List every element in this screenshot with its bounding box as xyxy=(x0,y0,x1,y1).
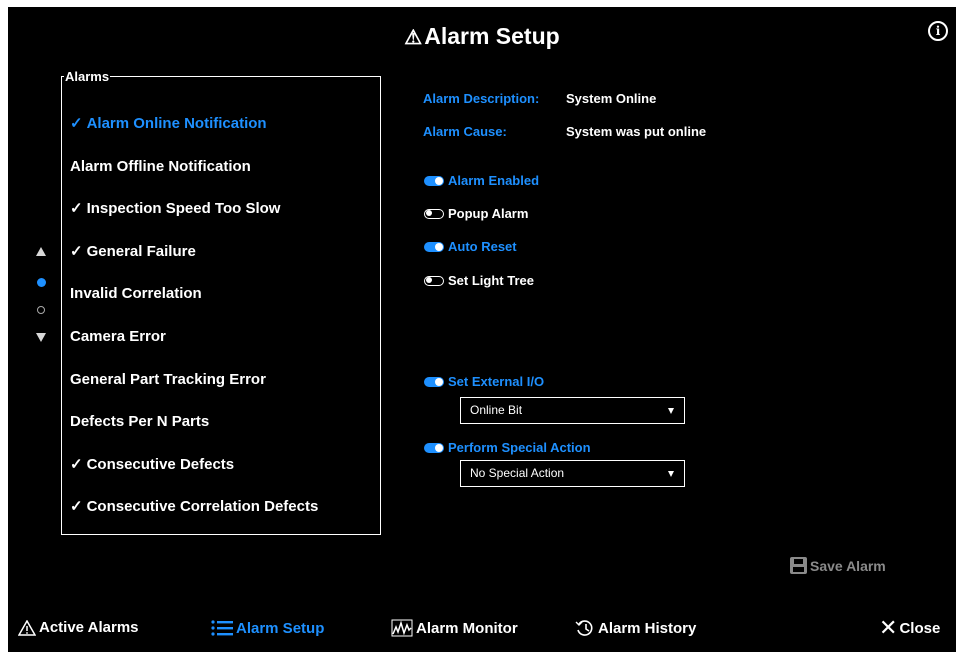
page-dot-2[interactable] xyxy=(37,306,45,314)
check-mark-icon: ✓ xyxy=(70,242,83,260)
alarm-list-item-label: Defects Per N Parts xyxy=(70,413,210,431)
alarms-legend: Alarms xyxy=(65,69,110,84)
list-icon xyxy=(211,619,233,637)
popup-alarm-label: Popup Alarm xyxy=(448,206,529,221)
page-up-arrow-icon[interactable] xyxy=(36,247,46,256)
close-button[interactable]: ✕ Close xyxy=(879,616,940,641)
set-external-io-toggle[interactable]: Set External I/O xyxy=(424,374,544,389)
alarm-list-item[interactable]: ✓ Inspection Speed Too Slow xyxy=(62,199,380,242)
alarm-setup-window: ⚠Alarm Setup i Alarms ✓ Alarm Online Noti… xyxy=(8,7,956,652)
check-mark-icon: ✓ xyxy=(70,498,83,516)
alarms-group: Alarms ✓ Alarm Online Notification Alarm O… xyxy=(61,69,381,535)
warning-triangle-icon: ⚠ xyxy=(404,27,423,49)
alarm-list-item-label: Alarm Offline Notification xyxy=(70,157,251,175)
nav-alarm-setup[interactable]: Alarm Setup xyxy=(211,619,324,637)
alarm-list-pager xyxy=(34,247,48,342)
check-mark-icon: ✓ xyxy=(70,455,83,473)
alarm-list-item-label: Consecutive Correlation Defects xyxy=(86,498,319,516)
alarm-description-label: Alarm Description: xyxy=(423,91,540,106)
alarm-list-item[interactable]: Invalid Correlation xyxy=(62,284,380,327)
alarm-list-item[interactable]: ✓ Consecutive Correlation Defects xyxy=(62,497,380,540)
warning-triangle-icon xyxy=(18,619,36,636)
toggle-switch-icon xyxy=(424,208,444,219)
floppy-disk-icon xyxy=(790,557,807,574)
popup-alarm-toggle[interactable]: Popup Alarm xyxy=(424,206,528,221)
monitor-chart-icon xyxy=(391,619,413,637)
page-down-arrow-icon[interactable] xyxy=(36,333,46,342)
perform-special-action-label: Perform Special Action xyxy=(448,440,591,455)
alarm-list-item-label: Inspection Speed Too Slow xyxy=(86,200,281,218)
alarm-list-item-label: General Part Tracking Error xyxy=(70,370,266,388)
alarm-list-item-label: Camera Error xyxy=(70,327,166,345)
dropdown-arrow-icon xyxy=(668,408,674,414)
alarm-cause-label: Alarm Cause: xyxy=(423,124,507,139)
history-clock-icon xyxy=(575,619,595,637)
alarm-cause-value: System was put online xyxy=(566,124,707,139)
toggle-switch-icon xyxy=(424,376,444,387)
alarm-list-item[interactable]: Camera Error xyxy=(62,327,380,370)
external-io-select[interactable]: Online Bit xyxy=(460,397,685,424)
set-external-io-label: Set External I/O xyxy=(448,374,545,389)
external-io-select-value: Online Bit xyxy=(470,403,523,417)
set-light-tree-label: Set Light Tree xyxy=(448,273,534,288)
check-mark-icon: ✓ xyxy=(70,200,83,218)
alarm-list-item-label: General Failure xyxy=(86,242,196,260)
alarm-list-item[interactable]: ✓ Consecutive Defects xyxy=(62,455,380,498)
save-alarm-label: Save Alarm xyxy=(810,557,886,574)
auto-reset-toggle[interactable]: Auto Reset xyxy=(424,239,517,254)
alarm-list-item[interactable]: ✓ Alarm Online Notification xyxy=(62,114,380,157)
alarm-list: ✓ Alarm Online Notification Alarm Offline … xyxy=(62,114,380,540)
perform-special-action-toggle[interactable]: Perform Special Action xyxy=(424,440,591,455)
toggle-switch-icon xyxy=(424,175,444,186)
page-title-text: Alarm Setup xyxy=(424,23,560,49)
nav-alarm-monitor-label: Alarm Monitor xyxy=(416,619,518,637)
alarm-list-item[interactable]: ✓ General Failure xyxy=(62,242,380,285)
save-alarm-button[interactable]: Save Alarm xyxy=(790,557,886,574)
nav-alarm-history[interactable]: Alarm History xyxy=(575,619,696,637)
info-icon: i xyxy=(935,24,941,38)
nav-alarm-setup-label: Alarm Setup xyxy=(236,619,325,637)
close-icon: ✕ xyxy=(879,616,898,641)
info-button[interactable]: i xyxy=(928,21,948,41)
auto-reset-label: Auto Reset xyxy=(448,239,517,254)
nav-active-alarms-label: Active Alarms xyxy=(39,619,139,636)
alarm-list-item-label: Alarm Online Notification xyxy=(86,115,267,132)
page-title: ⚠Alarm Setup xyxy=(8,23,956,50)
nav-alarm-history-label: Alarm History xyxy=(598,619,697,637)
alarm-list-item-label: Invalid Correlation xyxy=(70,285,202,303)
nav-active-alarms[interactable]: Active Alarms xyxy=(18,619,139,636)
toggle-switch-icon xyxy=(424,275,444,286)
toggle-switch-icon xyxy=(424,241,444,252)
toggle-switch-icon xyxy=(424,442,444,453)
set-light-tree-toggle[interactable]: Set Light Tree xyxy=(424,273,534,288)
alarm-list-item[interactable]: General Part Tracking Error xyxy=(62,370,380,413)
alarm-description-value: System Online xyxy=(566,91,657,106)
alarm-list-item-label: Consecutive Defects xyxy=(86,455,235,473)
dropdown-arrow-icon xyxy=(668,471,674,477)
special-action-select-value: No Special Action xyxy=(470,466,565,480)
alarm-enabled-label: Alarm Enabled xyxy=(448,173,540,188)
alarm-enabled-toggle[interactable]: Alarm Enabled xyxy=(424,173,539,188)
nav-alarm-monitor[interactable]: Alarm Monitor xyxy=(391,619,518,637)
close-label: Close xyxy=(899,620,941,637)
page-dot-1[interactable] xyxy=(36,278,46,287)
bottom-navigation: Active Alarms Alarm Setup Alarm Monitor … xyxy=(8,616,956,645)
special-action-select[interactable]: No Special Action xyxy=(460,460,685,487)
check-mark-icon: ✓ xyxy=(70,115,83,132)
alarm-list-item[interactable]: Alarm Offline Notification xyxy=(62,157,380,200)
alarm-list-item[interactable]: Defects Per N Parts xyxy=(62,412,380,455)
